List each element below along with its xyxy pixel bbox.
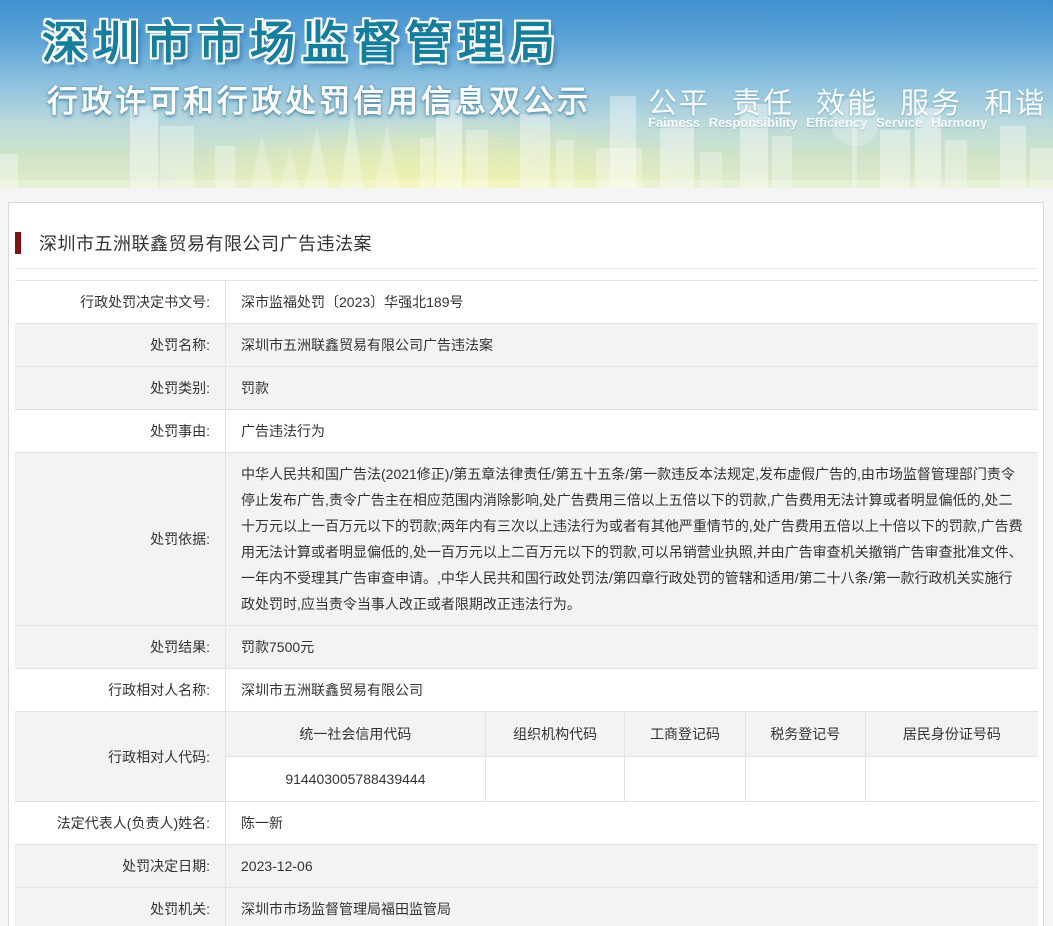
- row-label: 行政处罚决定书文号:: [15, 281, 226, 323]
- row-value: 深圳市五洲联鑫贸易有限公司广告违法案: [226, 324, 1038, 366]
- row-value: 深市监福处罚〔2023〕华强北189号: [226, 281, 1038, 323]
- codes-value-id-number: [866, 757, 1038, 801]
- codes-header-uscc: 统一社会信用代码: [226, 712, 486, 756]
- row-label: 法定代表人(负责人)姓名:: [15, 802, 226, 844]
- table-row-penalty-basis: 处罚依据: 中华人民共和国广告法(2021修正)/第五章法律责任/第五十五条/第…: [15, 453, 1038, 626]
- content-panel: 深圳市五洲联鑫贸易有限公司广告违法案 行政处罚决定书文号: 深市监福处罚〔202…: [8, 202, 1044, 926]
- row-label: 处罚依据:: [15, 453, 226, 625]
- row-value: 深圳市五洲联鑫贸易有限公司: [226, 669, 1038, 711]
- table-row-penalty-category: 处罚类别: 罚款: [15, 367, 1038, 410]
- row-value: 广告违法行为: [226, 410, 1038, 452]
- table-row-legal-representative: 法定代表人(负责人)姓名: 陈一新: [15, 802, 1038, 845]
- row-value: 深圳市市场监督管理局福田监管局: [226, 888, 1038, 926]
- codes-header-row: 统一社会信用代码 组织机构代码 工商登记码 税务登记号 居民身份证号码: [226, 712, 1038, 757]
- table-row-penalty-reason: 处罚事由: 广告违法行为: [15, 410, 1038, 453]
- codes-header-tax-reg: 税务登记号: [746, 712, 866, 756]
- table-row-penalty-authority: 处罚机关: 深圳市市场监督管理局福田监管局: [15, 888, 1038, 926]
- table-row-decision-date: 处罚决定日期: 2023-12-06: [15, 845, 1038, 888]
- row-label: 处罚机关:: [15, 888, 226, 926]
- codes-value-org-code: [486, 757, 626, 801]
- row-label: 处罚名称:: [15, 324, 226, 366]
- row-value: 中华人民共和国广告法(2021修正)/第五章法律责任/第五十五条/第一款违反本法…: [226, 453, 1038, 625]
- row-value: 罚款7500元: [226, 626, 1038, 668]
- row-value: 罚款: [226, 367, 1038, 409]
- table-row-penalty-result: 处罚结果: 罚款7500元: [15, 626, 1038, 669]
- codes-header-org-code: 组织机构代码: [486, 712, 626, 756]
- codes-header-business-reg: 工商登记码: [625, 712, 745, 756]
- case-title: 深圳市五洲联鑫贸易有限公司广告违法案: [39, 230, 372, 256]
- codes-value-tax-reg: [746, 757, 866, 801]
- row-label: 处罚决定日期:: [15, 845, 226, 887]
- codes-header-id-number: 居民身份证号码: [866, 712, 1038, 756]
- penalty-info-table: 行政处罚决定书文号: 深市监福处罚〔2023〕华强北189号 处罚名称: 深圳市…: [15, 280, 1038, 926]
- codes-value-business-reg: [625, 757, 745, 801]
- banner-subtitle: 行政许可和行政处罚信用信息双公示: [47, 76, 591, 121]
- codes-value-uscc: 914403005788439444: [226, 757, 486, 801]
- title-accent-bar: [15, 232, 21, 254]
- codes-value-row: 914403005788439444: [226, 757, 1038, 801]
- row-label: 处罚事由:: [15, 410, 226, 452]
- site-banner: 深圳市市场监督管理局 行政许可和行政处罚信用信息双公示 公平 责任 效能 服务 …: [0, 0, 1053, 188]
- row-value: 陈一新: [226, 802, 1038, 844]
- org-name-title: 深圳市市场监督管理局: [42, 6, 562, 71]
- row-value: 2023-12-06: [226, 845, 1038, 887]
- title-divider: [15, 268, 1037, 269]
- slogan-english: Faimess Responsibility Efficiency Servic…: [648, 115, 987, 130]
- row-label: 行政相对人代码:: [15, 712, 226, 801]
- table-row-party-name: 行政相对人名称: 深圳市五洲联鑫贸易有限公司: [15, 669, 1038, 712]
- row-label: 处罚类别:: [15, 367, 226, 409]
- case-title-block: 深圳市五洲联鑫贸易有限公司广告违法案: [15, 231, 1037, 255]
- row-label: 处罚结果:: [15, 626, 226, 668]
- table-row-party-codes: 行政相对人代码: 统一社会信用代码 组织机构代码 工商登记码 税务登记号 居民身…: [15, 712, 1038, 802]
- codes-subtable: 统一社会信用代码 组织机构代码 工商登记码 税务登记号 居民身份证号码 9144…: [226, 712, 1038, 801]
- table-row-decision-number: 行政处罚决定书文号: 深市监福处罚〔2023〕华强北189号: [15, 281, 1038, 324]
- page: 深圳市市场监督管理局 行政许可和行政处罚信用信息双公示 公平 责任 效能 服务 …: [0, 0, 1053, 926]
- table-row-penalty-name: 处罚名称: 深圳市五洲联鑫贸易有限公司广告违法案: [15, 324, 1038, 367]
- row-label: 行政相对人名称:: [15, 669, 226, 711]
